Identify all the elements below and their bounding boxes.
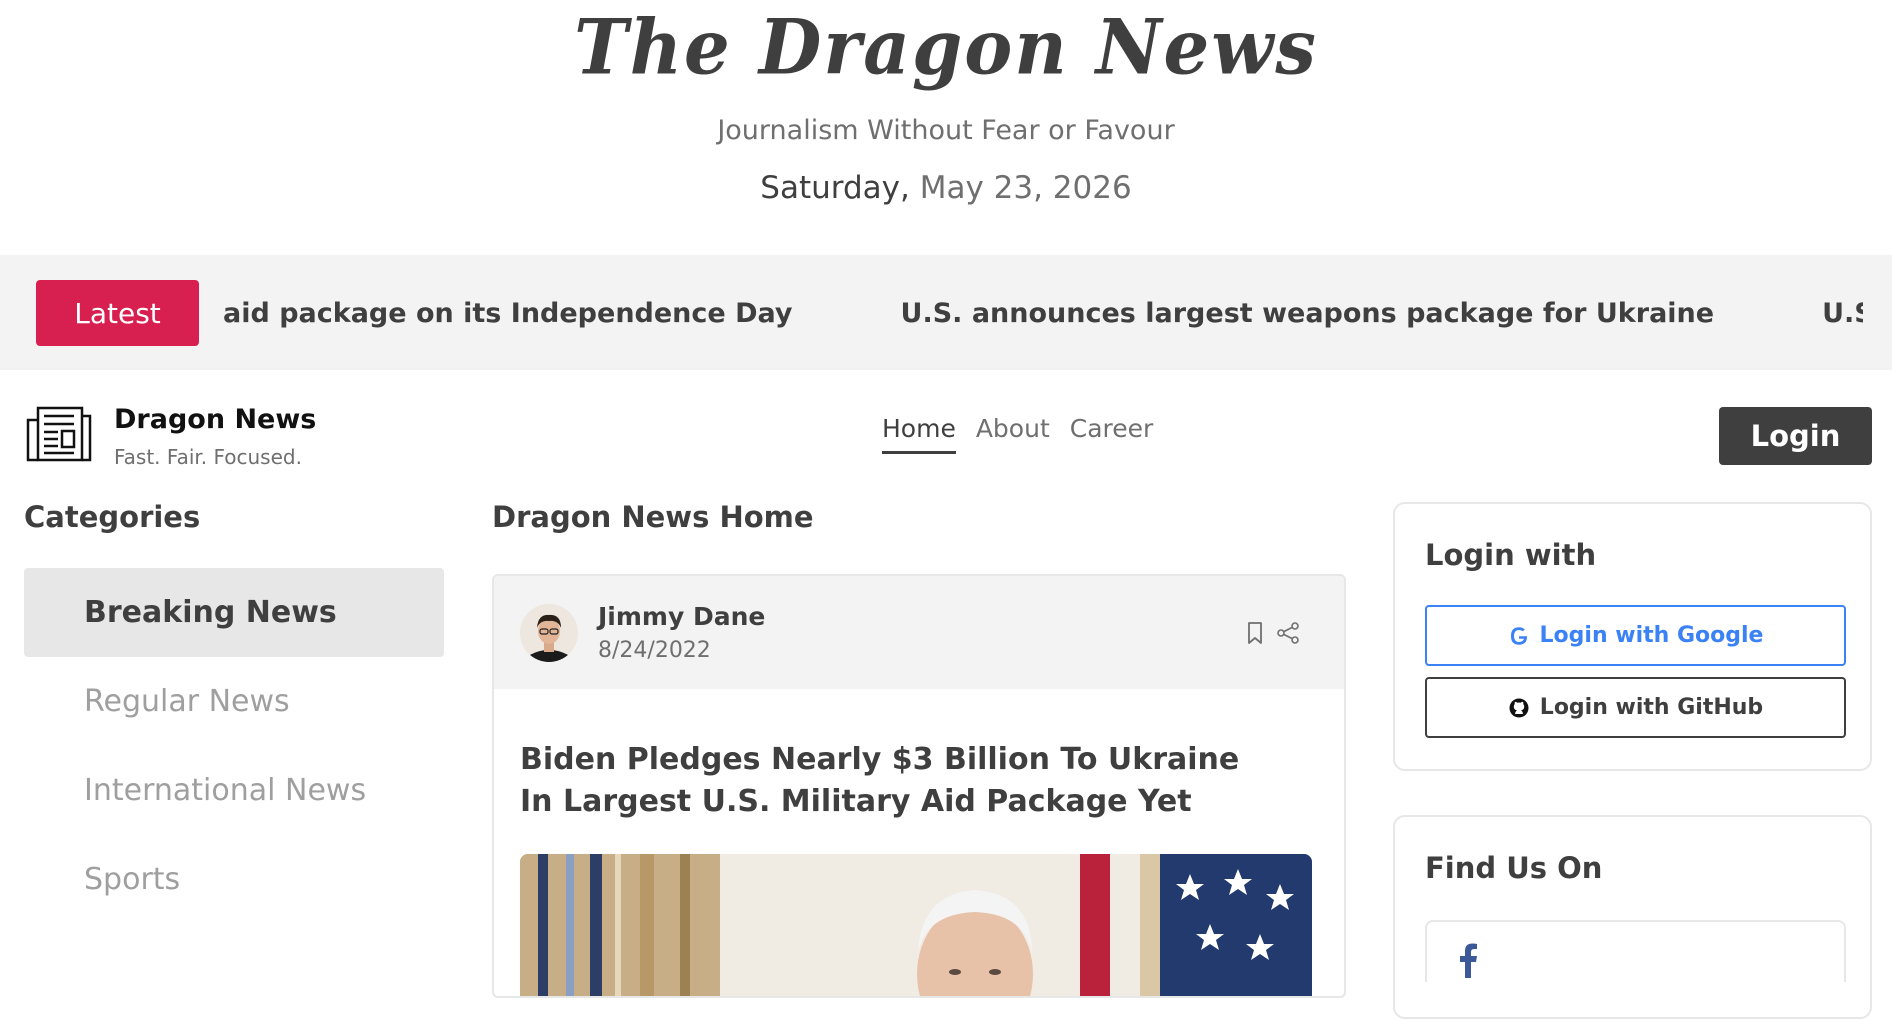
ticker-track: aid package on its Independence Day U.S.… bbox=[223, 280, 1863, 346]
site-logo-title: The Dragon News bbox=[574, 1, 1318, 92]
category-breaking-news[interactable]: Breaking News bbox=[24, 568, 444, 657]
publish-date: 8/24/2022 bbox=[598, 638, 711, 663]
bookmark-icon[interactable] bbox=[1242, 620, 1268, 646]
author-avatar bbox=[520, 604, 578, 662]
current-date: Saturday, May 23, 2026 bbox=[0, 170, 1892, 206]
ticker-item[interactable]: U.S. concerns bbox=[1822, 298, 1863, 329]
ticker-item[interactable]: U.S. announces largest weapons package f… bbox=[901, 298, 1715, 329]
current-date-value: May 23, 2026 bbox=[919, 170, 1132, 206]
google-icon bbox=[1510, 626, 1527, 645]
nav-link-about[interactable]: About bbox=[976, 414, 1050, 454]
categories-title: Categories bbox=[24, 500, 201, 534]
category-list: Breaking News Regular News International… bbox=[24, 568, 444, 924]
login-with-title: Login with bbox=[1425, 538, 1597, 572]
site-tagline: Journalism Without Fear or Favour bbox=[717, 115, 1175, 146]
social-link-facebook[interactable] bbox=[1425, 920, 1846, 982]
news-thumbnail[interactable] bbox=[520, 854, 1312, 996]
brand-tagline: Fast. Fair. Focused. bbox=[114, 445, 302, 469]
latest-news-ticker: Latest aid package on its Independence D… bbox=[0, 255, 1892, 370]
login-github-button[interactable]: Login with GitHub bbox=[1425, 677, 1846, 738]
newspaper-icon bbox=[26, 406, 92, 462]
github-icon bbox=[1509, 698, 1529, 717]
ticker-item[interactable]: aid package on its Independence Day bbox=[223, 298, 793, 329]
author-name[interactable]: Jimmy Dane bbox=[598, 602, 765, 631]
login-google-label: Login with Google bbox=[1539, 623, 1764, 648]
brand-name[interactable]: Dragon News bbox=[114, 404, 316, 435]
login-button[interactable]: Login bbox=[1719, 407, 1872, 465]
find-us-title: Find Us On bbox=[1425, 851, 1603, 885]
login-google-button[interactable]: Login with Google bbox=[1425, 605, 1846, 666]
nav-links: Home About Career bbox=[882, 414, 1153, 454]
share-icon[interactable] bbox=[1275, 620, 1301, 646]
news-headline[interactable]: Biden Pledges Nearly $3 Billion To Ukrai… bbox=[520, 739, 1240, 823]
facebook-icon bbox=[1460, 943, 1477, 978]
category-regular-news[interactable]: Regular News bbox=[24, 657, 444, 746]
category-international-news[interactable]: International News bbox=[24, 746, 444, 835]
categories-sidebar: Categories Breaking News Regular News In… bbox=[24, 500, 444, 924]
latest-button[interactable]: Latest bbox=[36, 280, 199, 346]
ticker-marquee: aid package on its Independence Day U.S.… bbox=[223, 280, 1863, 346]
feed-title: Dragon News Home bbox=[492, 500, 814, 534]
login-github-label: Login with GitHub bbox=[1539, 695, 1764, 720]
card-header: Jimmy Dane 8/24/2022 bbox=[494, 576, 1344, 689]
nav-link-home[interactable]: Home bbox=[882, 414, 956, 454]
masthead: The Dragon News Journalism Without Fear … bbox=[0, 0, 1892, 255]
category-sports[interactable]: Sports bbox=[24, 835, 444, 924]
news-feed: Dragon News Home Jimmy Dane 8/24/2022 Bi… bbox=[492, 500, 1346, 998]
find-us-on-box: Find Us On bbox=[1393, 815, 1872, 1019]
news-card: Jimmy Dane 8/24/2022 Biden Pledges Nearl… bbox=[492, 574, 1346, 998]
main-navbar: Dragon News Fast. Fair. Focused. Home Ab… bbox=[0, 370, 1892, 480]
nav-link-career[interactable]: Career bbox=[1070, 414, 1154, 454]
current-day: Saturday, bbox=[760, 170, 910, 206]
login-with-box: Login with Login with Google Login with … bbox=[1393, 502, 1872, 771]
